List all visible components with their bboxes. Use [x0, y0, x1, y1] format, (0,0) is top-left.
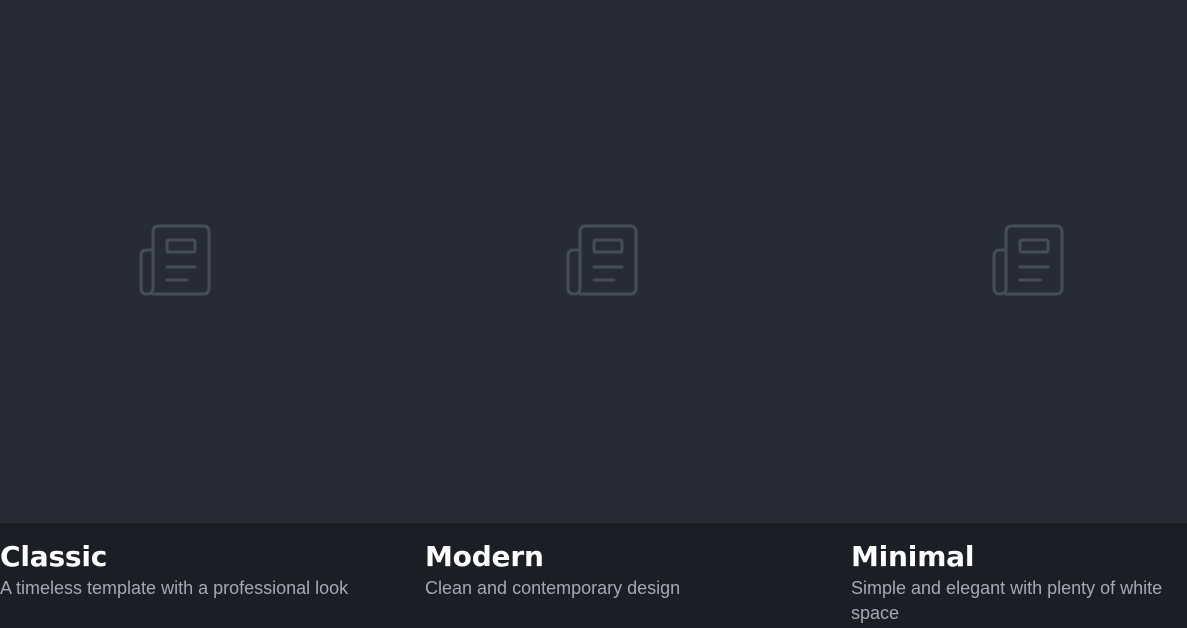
template-preview[interactable] — [404, 0, 799, 523]
newspaper-icon — [139, 224, 211, 296]
template-preview[interactable] — [0, 0, 372, 523]
template-preview[interactable] — [831, 0, 1187, 523]
template-info: Classic A timeless template with a profe… — [0, 523, 372, 628]
template-description: A timeless template with a professional … — [0, 578, 349, 598]
newspaper-icon — [992, 224, 1064, 296]
template-description: Simple and elegant with plenty of white … — [851, 578, 1163, 623]
template-title: Modern — [425, 540, 544, 573]
card-gap — [372, 0, 404, 523]
newspaper-icon — [566, 224, 638, 296]
template-description: Clean and contemporary design — [425, 578, 681, 598]
template-title: Minimal — [851, 540, 975, 573]
card-gap — [799, 0, 831, 523]
template-card-classic[interactable]: Classic A timeless template with a profe… — [0, 0, 372, 628]
template-info: Minimal Simple and elegant with plenty o… — [831, 523, 1187, 628]
template-card-minimal[interactable]: Minimal Simple and elegant with plenty o… — [831, 0, 1187, 628]
template-info: Modern Clean and contemporary design — [404, 523, 799, 628]
template-title: Classic — [0, 540, 108, 573]
template-card-modern[interactable]: Modern Clean and contemporary design — [404, 0, 799, 628]
